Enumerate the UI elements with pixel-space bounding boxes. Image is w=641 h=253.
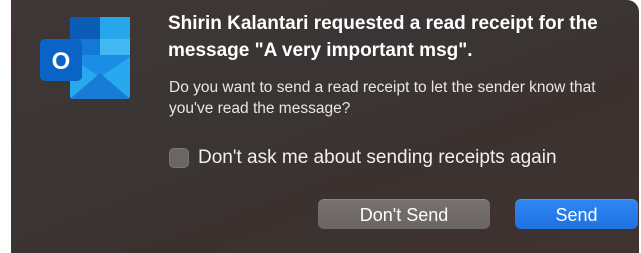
read-receipt-dialog: O Shirin Kalantari requested a read rece… <box>11 0 639 253</box>
dont-send-button[interactable]: Don't Send <box>318 199 490 229</box>
dont-ask-again-checkbox[interactable] <box>169 148 189 168</box>
dialog-title: Shirin Kalantari requested a read receip… <box>168 13 598 61</box>
send-button[interactable]: Send <box>515 199 638 229</box>
outlook-icon: O <box>38 15 132 101</box>
dont-ask-again-label[interactable]: Don't ask me about sending receipts agai… <box>198 146 557 170</box>
outlook-icon-letter: O <box>52 48 71 75</box>
dont-ask-again-option[interactable]: Don't ask me about sending receipts agai… <box>169 146 557 170</box>
dialog-message: Do you want to send a read receipt to le… <box>169 79 596 117</box>
